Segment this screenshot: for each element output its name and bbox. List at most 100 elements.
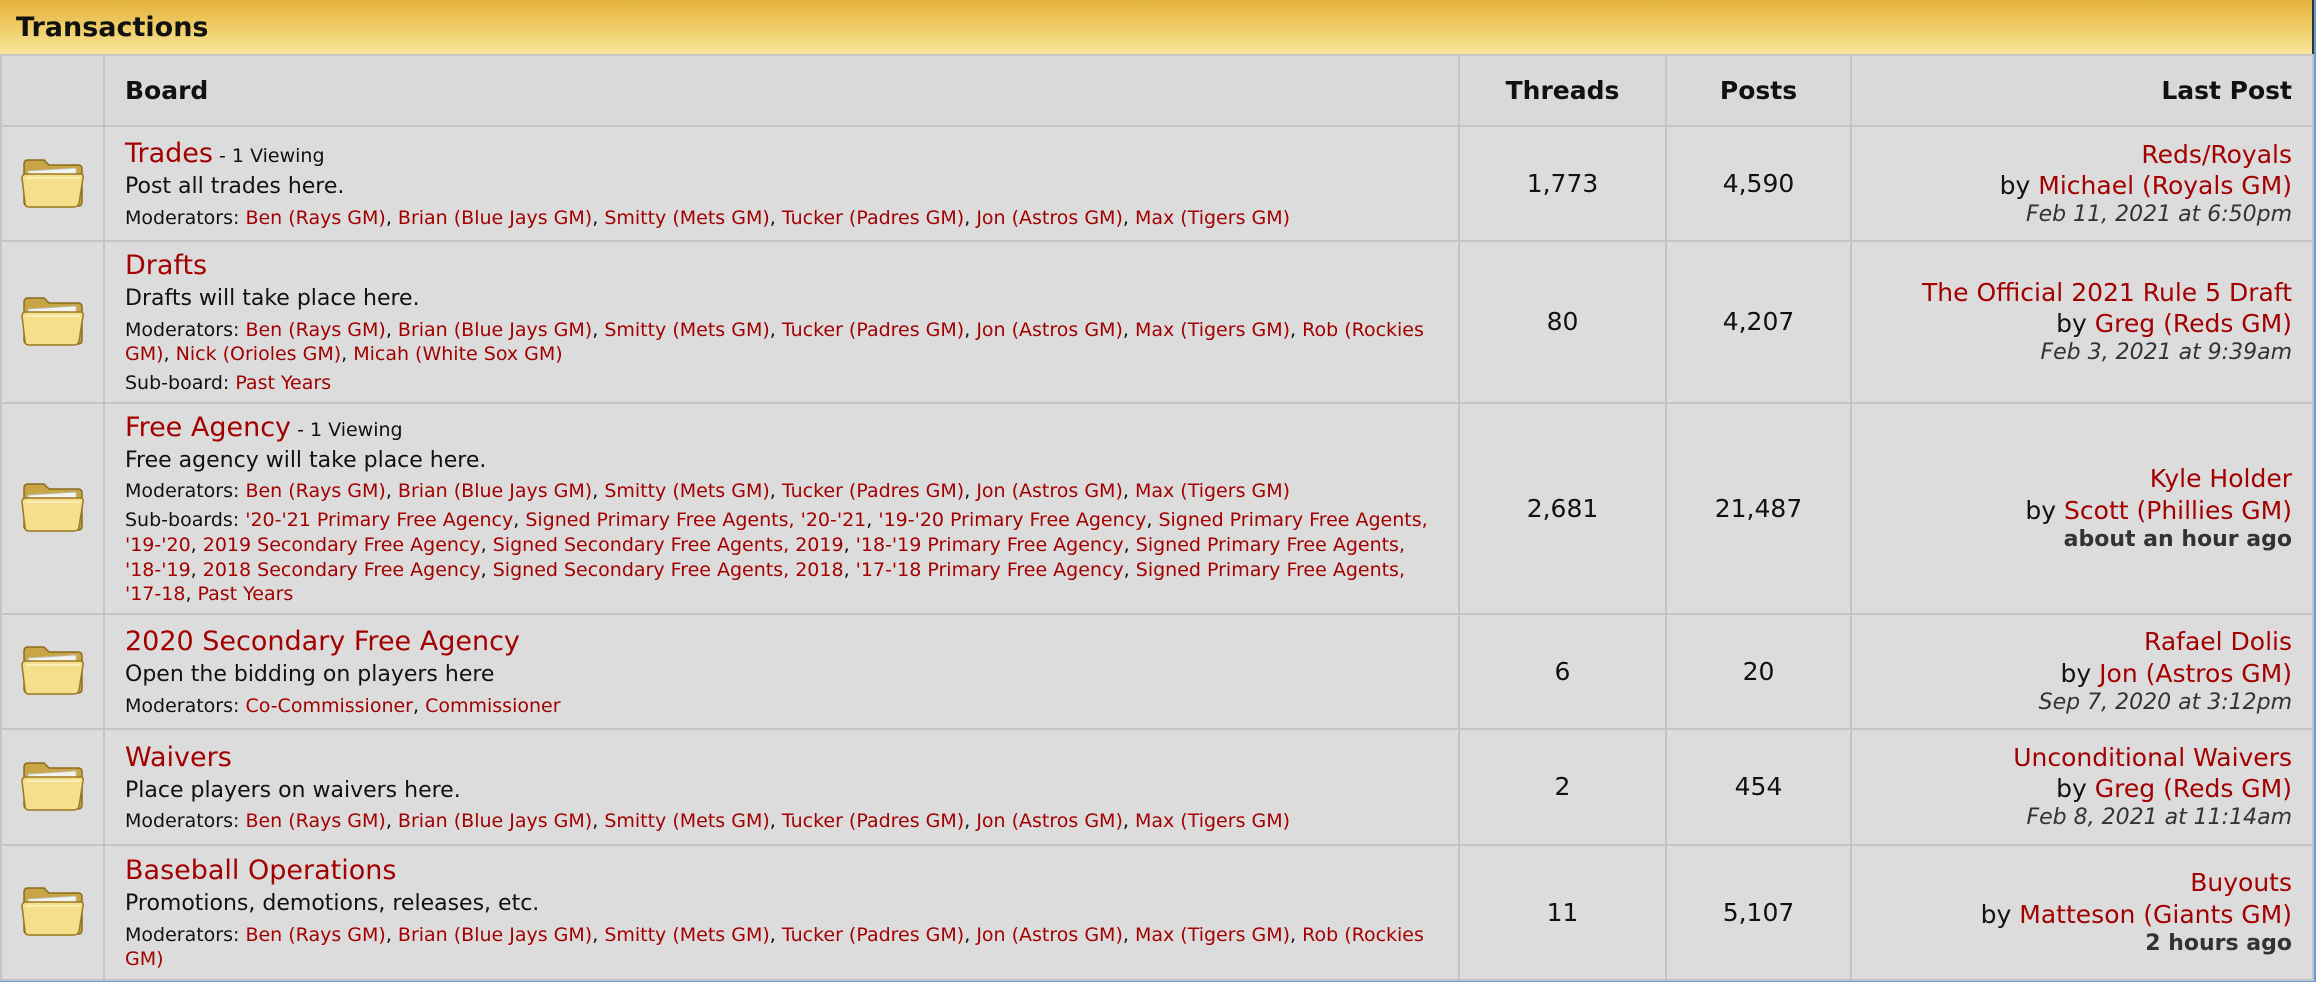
moderator-link[interactable]: Max (Tigers GM) [1135, 207, 1290, 229]
moderator-link[interactable]: Brian (Blue Jays GM) [398, 319, 592, 341]
moderator-link[interactable]: Brian (Blue Jays GM) [398, 924, 592, 946]
moderator-link[interactable]: Smitty (Mets GM) [604, 810, 769, 832]
board-description: Post all trades here. [125, 174, 345, 200]
subboard-link[interactable]: Signed Secondary Free Agents, 2018 [493, 559, 844, 581]
threads-count: 2,681 [1458, 401, 1667, 615]
moderator-link[interactable]: Nick (Orioles GM) [176, 343, 342, 365]
list-separator: , [866, 509, 879, 532]
moderators-list: Ben (Rays GM), Brian (Blue Jays GM), Smi… [245, 810, 1290, 832]
last-post-thread-link[interactable]: Rafael Dolis [2144, 627, 2292, 656]
moderator-link[interactable]: Brian (Blue Jays GM) [398, 480, 592, 502]
moderator-link[interactable]: Max (Tigers GM) [1135, 924, 1290, 946]
table-header-row: Board Threads Posts Last Post [0, 54, 2314, 127]
subboard-link[interactable]: Past Years [198, 583, 294, 605]
moderator-link[interactable]: Tucker (Padres GM) [782, 810, 964, 832]
moderator-link[interactable]: Ben (Rays GM) [245, 480, 385, 502]
board-row: 2020 Secondary Free Agency Open the bidd… [0, 612, 2314, 730]
last-post-author-link[interactable]: Greg (Reds GM) [2095, 309, 2292, 338]
board-name-link[interactable]: 2020 Secondary Free Agency [125, 626, 520, 657]
last-post-by-label: by [2060, 658, 2100, 688]
moderators-label: Moderators: [125, 318, 246, 341]
moderator-link[interactable]: Tucker (Padres GM) [782, 207, 964, 229]
board-description: Place players on waivers here. [125, 777, 461, 803]
moderator-link[interactable]: Ben (Rays GM) [245, 319, 385, 341]
subboard-link[interactable]: Signed Secondary Free Agents, 2019 [493, 534, 844, 556]
moderator-link[interactable]: Brian (Blue Jays GM) [398, 207, 592, 229]
moderator-link[interactable]: Jon (Astros GM) [976, 319, 1123, 341]
last-post-thread-link[interactable]: Kyle Holder [2150, 464, 2292, 493]
last-post-time: Sep 7, 2020 at 3:12pm [2038, 689, 2292, 715]
board-name-link[interactable]: Trades [125, 138, 213, 169]
board-name-link[interactable]: Waivers [125, 742, 232, 773]
last-post-author-link[interactable]: Greg (Reds GM) [2095, 774, 2292, 803]
moderator-link[interactable]: Smitty (Mets GM) [604, 319, 769, 341]
moderators-label: Moderators: [125, 207, 246, 229]
moderator-link[interactable]: Ben (Rays GM) [245, 810, 385, 832]
list-separator: , [769, 923, 782, 946]
last-post-thread-link[interactable]: Reds/Royals [2141, 140, 2292, 169]
moderator-link[interactable]: Max (Tigers GM) [1135, 480, 1290, 502]
moderators-list: Ben (Rays GM), Brian (Blue Jays GM), Smi… [245, 480, 1290, 502]
subboard-link[interactable]: '17-'18 Primary Free Agency [856, 559, 1124, 581]
last-post-author-link[interactable]: Scott (Phillies GM) [2064, 496, 2292, 525]
threads-count: 1,773 [1458, 125, 1667, 242]
subboard-link[interactable]: '18-'19 Primary Free Agency [856, 534, 1124, 556]
last-post-thread-link[interactable]: Unconditional Waivers [2013, 743, 2292, 772]
board-name-link[interactable]: Baseball Operations [125, 855, 396, 886]
moderator-link[interactable]: Co-Commissioner [245, 695, 413, 717]
moderator-link[interactable]: Jon (Astros GM) [976, 810, 1123, 832]
moderator-link[interactable]: Tucker (Padres GM) [782, 924, 964, 946]
moderator-link[interactable]: Ben (Rays GM) [245, 924, 385, 946]
moderator-link[interactable]: Tucker (Padres GM) [782, 319, 964, 341]
board-info-cell: Free Agency - 1 Viewing Free agency will… [103, 401, 1460, 615]
subboard-link[interactable]: Signed Primary Free Agents, '20-'21 [525, 509, 866, 531]
moderator-link[interactable]: Brian (Blue Jays GM) [398, 810, 592, 832]
folder-icon[interactable] [20, 882, 86, 942]
moderator-link[interactable]: Commissioner [425, 695, 560, 717]
subboard-link[interactable]: '20-'21 Primary Free Agency [245, 509, 513, 531]
category-header: Transactions [0, 0, 2312, 54]
board-name-link[interactable]: Free Agency [125, 412, 291, 443]
board-row: Drafts Drafts will take place here. Mode… [0, 240, 2314, 404]
subboard-link[interactable]: '19-'20 Primary Free Agency [878, 509, 1146, 531]
moderator-link[interactable]: Ben (Rays GM) [245, 207, 385, 229]
moderator-link[interactable]: Smitty (Mets GM) [604, 207, 769, 229]
moderator-link[interactable]: Max (Tigers GM) [1135, 810, 1290, 832]
subboards-list: Past Years [235, 372, 331, 394]
folder-icon[interactable] [20, 292, 86, 352]
subboard-link[interactable]: 2018 Secondary Free Agency [203, 559, 481, 581]
moderator-link[interactable]: Jon (Astros GM) [976, 924, 1123, 946]
posts-count: 4,590 [1665, 125, 1852, 242]
folder-icon[interactable] [20, 478, 86, 538]
moderator-link[interactable]: Tucker (Padres GM) [782, 480, 964, 502]
last-post-thread-link[interactable]: The Official 2021 Rule 5 Draft [1922, 278, 2292, 307]
list-separator: , [1122, 207, 1135, 229]
list-separator: , [1122, 810, 1135, 833]
last-post-thread-link[interactable]: Buyouts [2190, 868, 2292, 897]
folder-icon[interactable] [20, 641, 86, 701]
last-post-author-link[interactable]: Michael (Royals GM) [2038, 171, 2292, 200]
moderator-link[interactable]: Jon (Astros GM) [976, 207, 1123, 229]
threads-column-header: Threads [1458, 54, 1667, 127]
last-post-author-link[interactable]: Jon (Astros GM) [2099, 659, 2292, 688]
board-icon-cell [0, 843, 105, 981]
folder-icon[interactable] [20, 154, 86, 214]
board-description: Free agency will take place here. [125, 447, 487, 473]
category-title: Transactions [16, 11, 209, 43]
last-post-cell: Rafael Dolis by Jon (Astros GM) Sep 7, 2… [1850, 612, 2314, 730]
board-info-cell: 2020 Secondary Free Agency Open the bidd… [103, 612, 1460, 730]
subboard-link[interactable]: 2019 Secondary Free Agency [203, 534, 481, 556]
moderator-link[interactable]: Smitty (Mets GM) [604, 924, 769, 946]
moderator-link[interactable]: Micah (White Sox GM) [353, 343, 562, 365]
board-row: Waivers Place players on waivers here. M… [0, 727, 2314, 846]
folder-icon[interactable] [20, 757, 86, 817]
moderator-link[interactable]: Max (Tigers GM) [1135, 319, 1290, 341]
last-post-author-link[interactable]: Matteson (Giants GM) [2019, 900, 2292, 929]
moderator-link[interactable]: Jon (Astros GM) [976, 480, 1123, 502]
moderator-link[interactable]: Smitty (Mets GM) [604, 480, 769, 502]
list-separator: , [592, 480, 605, 503]
board-name-link[interactable]: Drafts [125, 250, 207, 281]
subboard-link[interactable]: Past Years [235, 372, 331, 394]
board-description: Promotions, demotions, releases, etc. [125, 890, 540, 916]
subboards-label: Sub-board: [125, 372, 236, 395]
